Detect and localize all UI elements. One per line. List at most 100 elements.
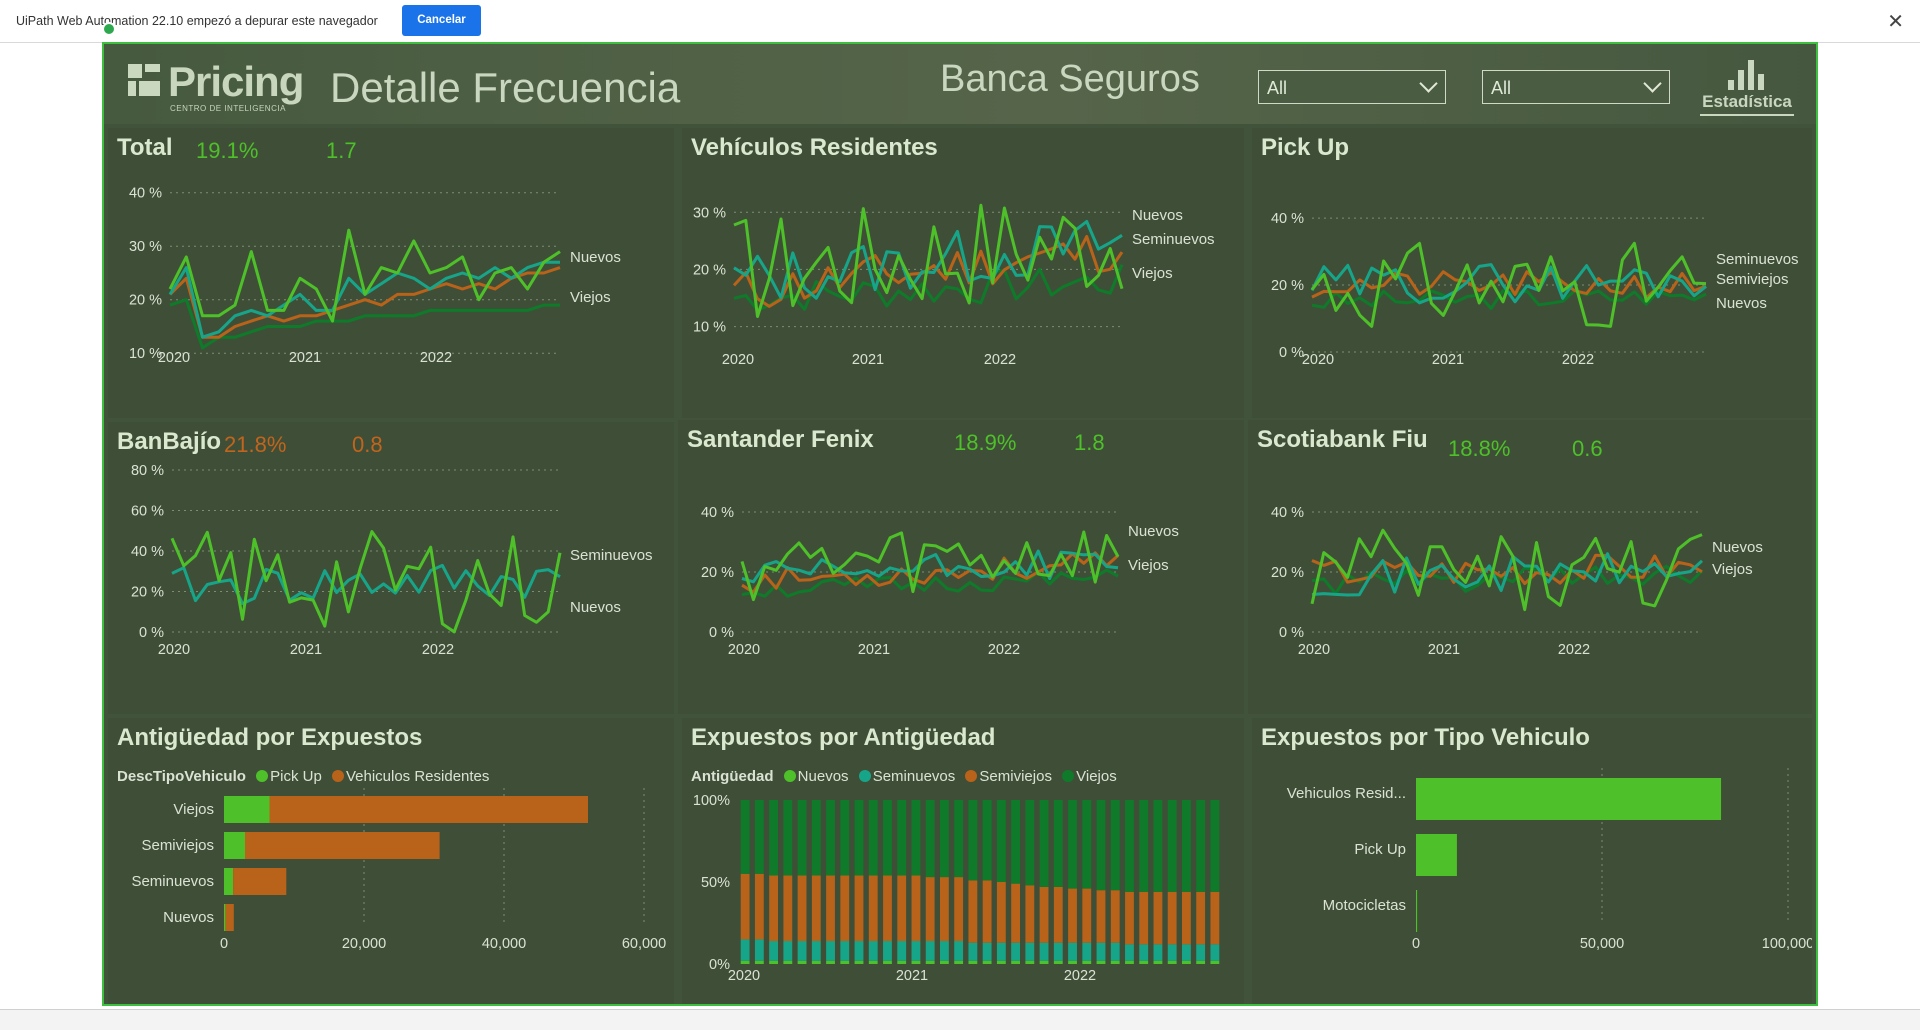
bar-segment — [883, 960, 892, 964]
bar-segment — [854, 875, 864, 942]
bar-segment — [1096, 800, 1106, 891]
bar-segment — [754, 960, 764, 964]
bar-segment — [826, 875, 835, 942]
series-label: Viejos — [1132, 265, 1173, 282]
bar-segment — [1068, 888, 1077, 943]
bar-segment — [840, 875, 850, 942]
series-line — [741, 568, 1119, 598]
bar-segment — [968, 942, 978, 961]
x-tick-label: 2022 — [1562, 352, 1594, 368]
cancel-button[interactable]: Cancelar — [402, 5, 481, 36]
card-vehiculos-residentes[interactable]: Vehículos Residentes 30 % 20 % 10 % 2020 202… — [682, 128, 1244, 418]
bar-segment — [968, 880, 978, 943]
bar-segment — [754, 873, 764, 940]
card-total[interactable]: Total 19.1% 1.7 40 % 30 % 20 % 10 % 2020 2021… — [108, 128, 674, 418]
category-label: Semiviejos — [141, 837, 214, 854]
card-expuestos-antiguedad[interactable]: Expuestos por Antigüedad Antigüedad Nuev… — [682, 718, 1244, 1004]
x-tick-label: 2020 — [728, 968, 760, 984]
category-label: Pick Up — [1354, 841, 1406, 858]
series-label: Nuevos — [1128, 523, 1179, 540]
bar-segment — [1139, 944, 1149, 961]
y-tick-label: 40 % — [131, 544, 164, 560]
bar-segment — [769, 875, 779, 942]
bar-segment — [811, 960, 821, 964]
y-tick-label: 0 % — [1279, 625, 1304, 641]
slicer-1[interactable]: All — [1258, 70, 1446, 104]
bar-segment — [1039, 960, 1049, 964]
bar-segment — [1053, 886, 1063, 943]
bar-segment — [1082, 800, 1092, 889]
bar-segment — [1110, 960, 1120, 964]
x-tick-label: 20,000 — [342, 936, 386, 952]
bar-segment — [911, 875, 921, 942]
series-label: Viejos — [1128, 557, 1169, 574]
card-pick-up[interactable]: Pick Up 40 % 20 % 0 % 2020 2021 2022 Seminuevo… — [1252, 128, 1812, 418]
bar-segment — [1210, 960, 1220, 964]
bar-segment — [826, 800, 835, 876]
series-label: Nuevos — [1132, 207, 1183, 224]
bar-segment — [1039, 886, 1049, 943]
bar-segment — [797, 875, 807, 942]
bar-segment — [996, 882, 1006, 943]
bar-segment — [1167, 944, 1177, 961]
bar-segment — [982, 800, 992, 881]
bar-segment — [968, 800, 978, 881]
bar-segment — [939, 877, 949, 942]
close-icon[interactable]: ✕ — [1887, 9, 1904, 34]
slicer-1-value: All — [1267, 78, 1288, 98]
bar-chart-antiguedad: 0 20,000 40,000 60,000 Viejos Semiviejos Semin… — [131, 788, 666, 952]
bar-segment — [840, 941, 850, 961]
bar-segment — [840, 800, 850, 876]
x-tick-label: 0 — [1412, 936, 1420, 952]
bar-segment — [225, 904, 234, 931]
bar-segment — [954, 960, 964, 964]
slicer-2[interactable]: All — [1482, 70, 1670, 104]
card-scotiabank[interactable]: Scotiabank Fiu 18.8% 0.6 40 % 20 % 0 % 2020… — [1248, 420, 1812, 714]
bar-segment — [1181, 800, 1191, 892]
bar-segment — [1068, 942, 1077, 961]
bar-segment — [269, 796, 588, 823]
category-label: Seminuevos — [131, 873, 214, 890]
y-tick-label: 40 % — [701, 505, 734, 521]
report-focus-icon[interactable] — [102, 22, 116, 36]
bar-segment — [996, 960, 1006, 964]
card-tipo-vehiculo[interactable]: Expuestos por Tipo Vehiculo 0 50,000 100,0… — [1252, 718, 1812, 1004]
report-canvas: Pricing CENTRO DE INTELIGENCIA Detalle F… — [102, 42, 1818, 1006]
category-label: Motocicletas — [1323, 897, 1406, 914]
bar-segment — [233, 868, 287, 895]
bar-segment — [925, 941, 935, 961]
logo-subtitle: CENTRO DE INTELIGENCIA — [170, 104, 286, 113]
x-tick-label: 2021 — [1432, 352, 1464, 368]
series-label: Viejos — [570, 289, 611, 306]
bar-segment — [897, 800, 907, 876]
bar-segment — [1181, 891, 1191, 945]
series-label: Viejos — [1712, 561, 1753, 578]
series-line — [168, 228, 561, 323]
series-line — [1310, 241, 1707, 328]
bar-segment — [1025, 800, 1035, 886]
bar-segment — [1011, 942, 1021, 961]
bar-segment — [826, 960, 835, 964]
y-tick-label: 40 % — [129, 186, 162, 202]
bar — [1416, 890, 1418, 932]
bar-segment — [1053, 960, 1063, 964]
bar-segment — [1153, 800, 1163, 892]
x-tick-label: 2022 — [984, 352, 1016, 368]
line-chart-santander: 40 % 20 % 0 %2020 2021 2022 Nuevos Viejos — [701, 505, 1179, 658]
card-banbajio[interactable]: BanBajío 21.8% 0.8 80 % 60 % 40 % 20 % 0 % 20… — [108, 422, 674, 714]
x-tick-label: 2022 — [422, 642, 454, 658]
page-title: Detalle Frecuencia — [330, 64, 681, 111]
bar-segment — [954, 941, 964, 961]
card-antiguedad-expuestos[interactable]: Antigüedad por Expuestos DescTipoVehicul… — [108, 718, 674, 1004]
y-tick-label: 30 % — [693, 205, 726, 221]
bar-segment — [868, 875, 878, 942]
bar-segment — [740, 960, 750, 964]
bar-segment — [854, 800, 864, 876]
x-tick-label: 2020 — [158, 642, 190, 658]
bar-segment — [769, 960, 779, 964]
bar-segment — [1210, 891, 1220, 945]
card-santander[interactable]: Santander Fenix 18.9% 1.8 40 % 20 % 0 % 202… — [678, 420, 1244, 714]
x-tick-label: 2022 — [1064, 968, 1096, 984]
bar-segment — [925, 960, 935, 964]
bar-segment — [769, 941, 779, 961]
